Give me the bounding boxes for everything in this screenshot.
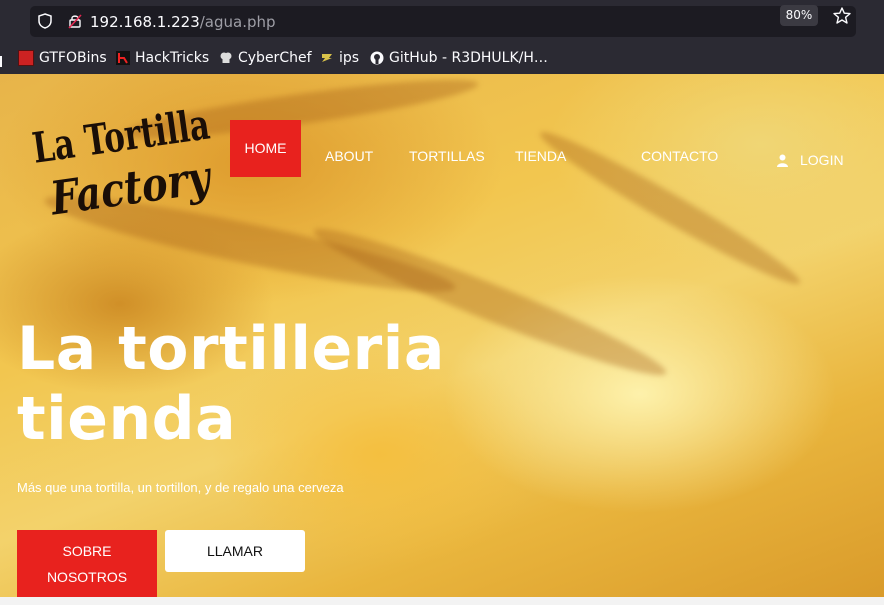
nav-home-link[interactable]: HOME: [230, 120, 301, 177]
url-text[interactable]: 192.168.1.223/agua.php: [90, 13, 276, 31]
bookmark-cyberchef[interactable]: CyberChef: [219, 49, 312, 67]
ips-icon: [322, 54, 332, 62]
browser-toolbar: 192.168.1.223/agua.php 80%: [0, 0, 884, 42]
user-icon: [777, 154, 788, 167]
github-icon: [370, 51, 384, 65]
call-button[interactable]: LLAMAR: [165, 530, 305, 572]
url-path: /agua.php: [199, 13, 276, 31]
cyberchef-icon: [220, 52, 232, 63]
nav-about-link[interactable]: ABOUT: [325, 148, 373, 164]
bookmark-label: CyberChef: [238, 50, 312, 66]
bookmarks-toolbar: GTFOBins HackTricks CyberChef ips GitHub…: [0, 42, 884, 74]
hero-title-line1: La tortilleria: [17, 314, 445, 384]
hero-section: La Tortilla Factory HOME ABOUT TORTILLAS…: [0, 74, 884, 605]
bookmark-label: GitHub - R3DHULK/H…: [389, 50, 548, 66]
bookmark-gtfobins[interactable]: GTFOBins: [18, 49, 107, 67]
bookmark-hacktricks[interactable]: HackTricks: [116, 49, 209, 67]
bookmark-label: HackTricks: [135, 50, 210, 66]
hero-title: La tortilleria tienda: [17, 314, 537, 454]
bookmark-ips[interactable]: ips: [320, 49, 359, 67]
background-texture: [533, 120, 807, 296]
url-host: 192.168.1.223: [90, 13, 200, 31]
hero-subtitle: Más que una tortilla, un tortillon, y de…: [17, 480, 344, 495]
hacktricks-icon: [116, 51, 130, 65]
about-us-button[interactable]: SOBRE NOSOTROS: [17, 530, 157, 597]
site-logo[interactable]: La Tortilla Factory: [28, 96, 214, 218]
page-bottom-strip: [0, 597, 884, 605]
nav-contacto-link[interactable]: CONTACTO: [641, 148, 718, 164]
hero-title-line2: tienda: [17, 384, 237, 454]
bookmark-github[interactable]: GitHub - R3DHULK/H…: [370, 49, 548, 67]
gtfobins-icon: [18, 50, 34, 66]
bookmark-label: GTFOBins: [39, 50, 107, 66]
insecure-lock-icon[interactable]: [66, 12, 84, 30]
shield-icon[interactable]: [36, 12, 54, 30]
nav-login-link[interactable]: LOGIN: [776, 152, 844, 168]
nav-tienda-link[interactable]: TIENDA: [515, 148, 566, 164]
overflow-bookmark-edge: [0, 56, 2, 67]
zoom-level-button[interactable]: 80%: [780, 5, 818, 26]
bookmark-label: ips: [339, 50, 360, 66]
bookmark-star-icon[interactable]: [832, 6, 852, 26]
nav-tortillas-link[interactable]: TORTILLAS: [409, 148, 485, 164]
address-bar[interactable]: 192.168.1.223/agua.php: [30, 6, 856, 37]
about-us-button-label: SOBRE NOSOTROS: [46, 542, 128, 585]
login-label: LOGIN: [800, 152, 844, 168]
